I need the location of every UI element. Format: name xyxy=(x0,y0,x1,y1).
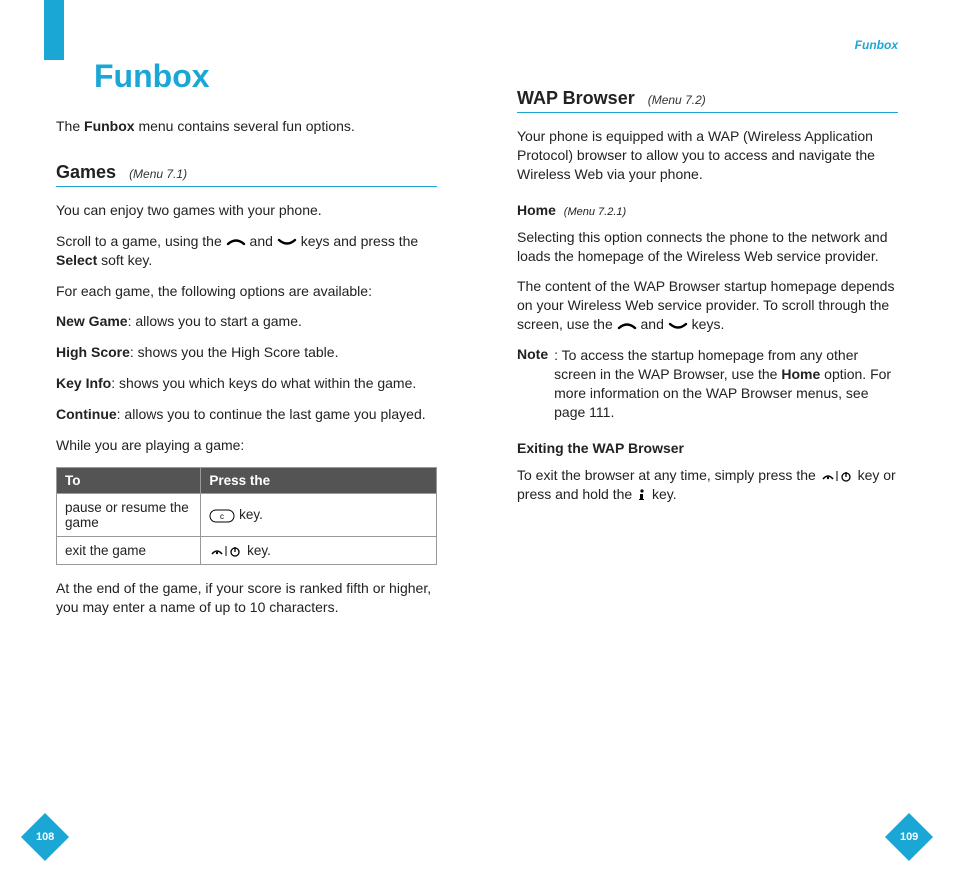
menu-ref: (Menu 7.2.1) xyxy=(564,206,626,218)
c-key-icon: c xyxy=(209,509,235,523)
chapter-tab xyxy=(44,0,64,60)
key-table: To Press the pause or resume the game c … xyxy=(56,467,437,565)
running-head: Funbox xyxy=(855,38,898,52)
games-p4: While you are playing a game: xyxy=(56,436,437,455)
label: Continue xyxy=(56,406,117,422)
note-body: : To access the startup homepage from an… xyxy=(554,346,898,422)
text: : shows you which keys do what within th… xyxy=(111,375,416,391)
text: key. xyxy=(652,486,677,502)
cell-key: key. xyxy=(201,536,437,564)
heading-text: Games xyxy=(56,162,116,182)
text: menu contains several fun options. xyxy=(135,118,355,134)
games-p3: For each game, the following options are… xyxy=(56,282,437,301)
heading-text: WAP Browser xyxy=(517,88,635,108)
wap-p4: To exit the browser at any time, simply … xyxy=(517,466,898,504)
note-label: Note xyxy=(517,346,548,422)
text: and xyxy=(641,316,668,332)
text: : shows you the High Score table. xyxy=(130,344,339,360)
cell-key: c key. xyxy=(201,493,437,536)
text: : allows you to continue the last game y… xyxy=(117,406,426,422)
wap-p3: The content of the WAP Browser startup h… xyxy=(517,277,898,334)
page-number-right: 109 xyxy=(885,813,933,861)
up-key-icon xyxy=(617,322,637,330)
select-bold: Select xyxy=(56,252,97,268)
down-key-icon xyxy=(668,322,688,330)
page-number: 109 xyxy=(900,831,918,843)
text: Scroll to a game, using the xyxy=(56,233,226,249)
note-block: Note : To access the startup homepage fr… xyxy=(517,346,898,422)
th-press: Press the xyxy=(201,467,437,493)
i-key-icon xyxy=(636,488,648,502)
opt-high-score: High Score: shows you the High Score tab… xyxy=(56,343,437,362)
left-page: Funbox The Funbox menu contains several … xyxy=(0,0,477,876)
end-power-key-icon xyxy=(209,544,243,558)
text: keys. xyxy=(692,316,725,332)
games-p1: You can enjoy two games with your phone. xyxy=(56,201,437,220)
label: High Score xyxy=(56,344,130,360)
table-row: pause or resume the game c key. xyxy=(57,493,437,536)
opt-continue: Continue: allows you to continue the las… xyxy=(56,405,437,424)
table-header-row: To Press the xyxy=(57,467,437,493)
label: New Game xyxy=(56,313,128,329)
games-p5: At the end of the game, if your score is… xyxy=(56,579,437,617)
right-page: Funbox WAP Browser (Menu 7.2) Your phone… xyxy=(477,0,954,876)
home-bold: Home xyxy=(781,366,820,382)
text: To exit the browser at any time, simply … xyxy=(517,467,820,483)
page-number-left: 108 xyxy=(21,813,69,861)
wap-heading: WAP Browser (Menu 7.2) xyxy=(517,88,898,113)
down-key-icon xyxy=(277,238,297,246)
games-p2: Scroll to a game, using the and keys and… xyxy=(56,232,437,270)
text: soft key. xyxy=(97,252,152,268)
th-to: To xyxy=(57,467,201,493)
table-row: exit the game key. xyxy=(57,536,437,564)
wap-p2: Selecting this option connects the phone… xyxy=(517,228,898,266)
label: Key Info xyxy=(56,375,111,391)
chapter-title: Funbox xyxy=(94,58,437,95)
cell-action: pause or resume the game xyxy=(57,493,201,536)
home-heading: Home (Menu 7.2.1) xyxy=(517,202,898,218)
heading-text: Home xyxy=(517,202,556,218)
wap-p1: Your phone is equipped with a WAP (Wirel… xyxy=(517,127,898,184)
opt-key-info: Key Info: shows you which keys do what w… xyxy=(56,374,437,393)
menu-ref: (Menu 7.2) xyxy=(648,93,706,107)
up-key-icon xyxy=(226,238,246,246)
page-number: 108 xyxy=(36,831,54,843)
cell-action: exit the game xyxy=(57,536,201,564)
text: and xyxy=(250,233,277,249)
svg-text:c: c xyxy=(220,512,224,521)
end-power-key-icon xyxy=(820,469,854,483)
note-bold: Note xyxy=(517,346,548,362)
text: key. xyxy=(239,507,263,522)
page-spread: Funbox The Funbox menu contains several … xyxy=(0,0,954,876)
games-heading: Games (Menu 7.1) xyxy=(56,162,437,187)
exit-heading: Exiting the WAP Browser xyxy=(517,440,898,456)
text: : allows you to start a game. xyxy=(128,313,302,329)
text: key. xyxy=(247,543,271,558)
menu-ref: (Menu 7.1) xyxy=(129,167,187,181)
intro-paragraph: The Funbox menu contains several fun opt… xyxy=(56,117,437,136)
text: The xyxy=(56,118,84,134)
funbox-bold: Funbox xyxy=(84,118,135,134)
opt-new-game: New Game: allows you to start a game. xyxy=(56,312,437,331)
text: keys and press the xyxy=(301,233,419,249)
